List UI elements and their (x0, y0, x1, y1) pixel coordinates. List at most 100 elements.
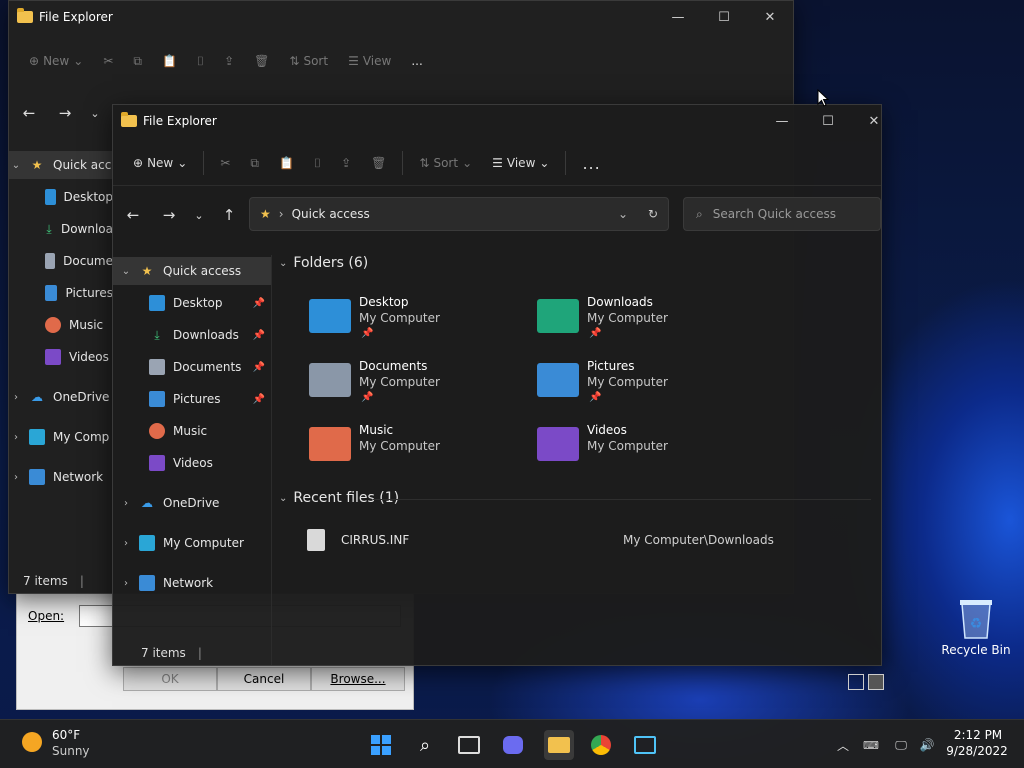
back-nav-pictures[interactable]: Pictures (45, 279, 113, 307)
share-icon[interactable]: ⇪ (214, 45, 244, 77)
title-bar[interactable]: File Explorer — ☐ ✕ (113, 105, 881, 137)
show-hidden-icons-icon[interactable]: ︿ (830, 732, 856, 758)
desktop-folder-icon (309, 299, 351, 333)
search-icon[interactable]: ⌕ (412, 732, 438, 758)
forward-arrow-icon[interactable]: → (155, 201, 183, 229)
cut-icon[interactable]: ✂ (93, 45, 123, 77)
network-status-icon[interactable]: 🖵 (888, 732, 914, 758)
back-nav-my-computer[interactable]: › My Comp (9, 423, 113, 451)
address-bar[interactable]: ★ › Quick access ⌄ ↻ (249, 197, 669, 231)
share-icon[interactable]: ⇪ (331, 147, 361, 179)
nav-quick-access[interactable]: ⌄ ★ Quick access (113, 257, 271, 285)
back-arrow-icon[interactable]: ← (15, 99, 43, 127)
nav-onedrive[interactable]: › ☁ OneDrive (113, 489, 271, 517)
breadcrumb-quick-access[interactable]: Quick access (292, 207, 370, 221)
folder-tile-downloads[interactable]: Downloads My Computer 📌 (537, 295, 757, 351)
refresh-icon[interactable]: ↻ (648, 207, 658, 221)
delete-icon[interactable]: 🗑 (244, 45, 279, 77)
clock-date[interactable]: 9/28/2022 (944, 744, 1010, 758)
keyboard-icon[interactable]: ⌨ (858, 732, 884, 758)
search-input[interactable]: ⌕ Search Quick access (683, 197, 881, 231)
volume-icon[interactable]: 🔊 (914, 732, 940, 758)
title-bar[interactable]: File Explorer — ☐ ✕ (9, 1, 793, 33)
back-nav-music[interactable]: Music (45, 311, 113, 339)
folder-tile-documents[interactable]: Documents My Computer 📌 (309, 359, 529, 415)
chrome-icon[interactable] (588, 732, 614, 758)
cancel-button[interactable]: Cancel (217, 667, 311, 691)
maximize-button[interactable]: ☐ (701, 1, 747, 33)
address-dropdown-icon[interactable]: ⌄ (618, 207, 628, 221)
nav-desktop[interactable]: Desktop 📌 (149, 289, 271, 317)
back-nav-downloads[interactable]: ⤓ Downloa (45, 215, 113, 243)
chat-icon[interactable] (500, 732, 526, 758)
weather-temperature[interactable]: 60°F (52, 728, 80, 742)
back-nav-onedrive[interactable]: › ☁ OneDrive (9, 383, 113, 411)
delete-icon[interactable]: 🗑 (361, 147, 396, 179)
nav-label: Videos (173, 456, 213, 470)
close-button[interactable]: ✕ (851, 105, 881, 137)
minimize-button[interactable]: — (759, 105, 805, 137)
remote-desktop-icon[interactable] (632, 732, 658, 758)
nav-network[interactable]: › Network (113, 569, 271, 597)
copy-icon[interactable]: ⧉ (123, 45, 152, 77)
view-icon: ☰ (492, 156, 503, 170)
file-explorer-taskbar-icon[interactable] (544, 730, 574, 760)
back-nav-videos[interactable]: Videos (45, 343, 113, 371)
recent-file-row[interactable]: CIRRUS.INF My Computer\Downloads (303, 527, 871, 555)
recent-files-section-header[interactable]: ⌄ Recent files (1) (279, 490, 399, 506)
rename-icon[interactable]: ⌷ (187, 45, 214, 77)
task-view-icon[interactable] (456, 732, 482, 758)
sort-button[interactable]: ⇅ Sort (279, 45, 338, 77)
nav-documents[interactable]: Documents 📌 (149, 353, 271, 381)
recent-chevron-icon[interactable]: ⌄ (185, 201, 213, 229)
minimize-button[interactable]: — (655, 1, 701, 33)
back-nav-desktop[interactable]: Desktop (45, 183, 113, 211)
view-button[interactable]: ☰ View (338, 45, 401, 77)
cut-icon[interactable]: ✂ (210, 147, 240, 179)
new-button[interactable]: ⊕ New ⌄ (19, 45, 93, 77)
ok-button[interactable]: OK (123, 667, 217, 691)
recent-chevron-icon[interactable]: ⌄ (81, 99, 109, 127)
up-arrow-icon[interactable]: ↑ (215, 201, 243, 229)
back-nav-documents[interactable]: Docume (45, 247, 113, 275)
tiles-view-icon[interactable] (868, 674, 884, 690)
clock-time[interactable]: 2:12 PM (950, 728, 1006, 742)
paste-icon[interactable]: 📋 (269, 147, 304, 179)
paste-icon[interactable]: 📋 (152, 45, 187, 77)
back-nav-network[interactable]: › Network (9, 463, 113, 491)
maximize-button[interactable]: ☐ (805, 105, 851, 137)
rename-icon[interactable]: ⌷ (304, 147, 331, 179)
open-label: Open: (28, 609, 65, 623)
sort-button[interactable]: ⇅ Sort ⌄ (409, 147, 482, 179)
chevron-down-icon: ⌄ (462, 156, 473, 170)
browse-button[interactable]: Browse... (311, 667, 405, 691)
folders-section-header[interactable]: ⌄ Folders (6) (279, 255, 368, 271)
new-button[interactable]: ⊕ New ⌄ (123, 147, 197, 179)
weather-condition[interactable]: Sunny (52, 744, 90, 758)
downloads-folder-icon (537, 299, 579, 333)
nav-videos[interactable]: Videos (149, 449, 271, 477)
videos-icon (149, 455, 165, 471)
details-view-icon[interactable] (848, 674, 864, 690)
nav-pictures[interactable]: Pictures 📌 (149, 385, 271, 413)
folder-tile-videos[interactable]: Videos My Computer (537, 423, 757, 479)
copy-icon[interactable]: ⧉ (240, 147, 269, 179)
nav-downloads[interactable]: ⤓ Downloads 📌 (149, 321, 271, 349)
nav-label: Downloads (173, 328, 239, 342)
close-button[interactable]: ✕ (747, 1, 793, 33)
folder-name: Videos (587, 423, 627, 437)
recycle-bin[interactable]: ♻ Recycle Bin (940, 596, 1012, 657)
nav-music[interactable]: Music (149, 417, 271, 445)
start-icon[interactable] (368, 732, 394, 758)
nav-my-computer[interactable]: › My Computer (113, 529, 271, 557)
forward-arrow-icon[interactable]: → (51, 99, 79, 127)
view-button[interactable]: ☰ View ⌄ (482, 147, 559, 179)
back-nav-quick-access[interactable]: ⌄ ★ Quick acc (9, 151, 113, 179)
folder-tile-music[interactable]: Music My Computer (309, 423, 529, 479)
more-button[interactable]: ... (401, 45, 432, 77)
network-icon (139, 575, 155, 591)
folder-tile-desktop[interactable]: Desktop My Computer 📌 (309, 295, 529, 351)
more-button[interactable]: ... (572, 147, 610, 179)
back-arrow-icon[interactable]: ← (119, 201, 147, 229)
folder-tile-pictures[interactable]: Pictures My Computer 📌 (537, 359, 757, 415)
